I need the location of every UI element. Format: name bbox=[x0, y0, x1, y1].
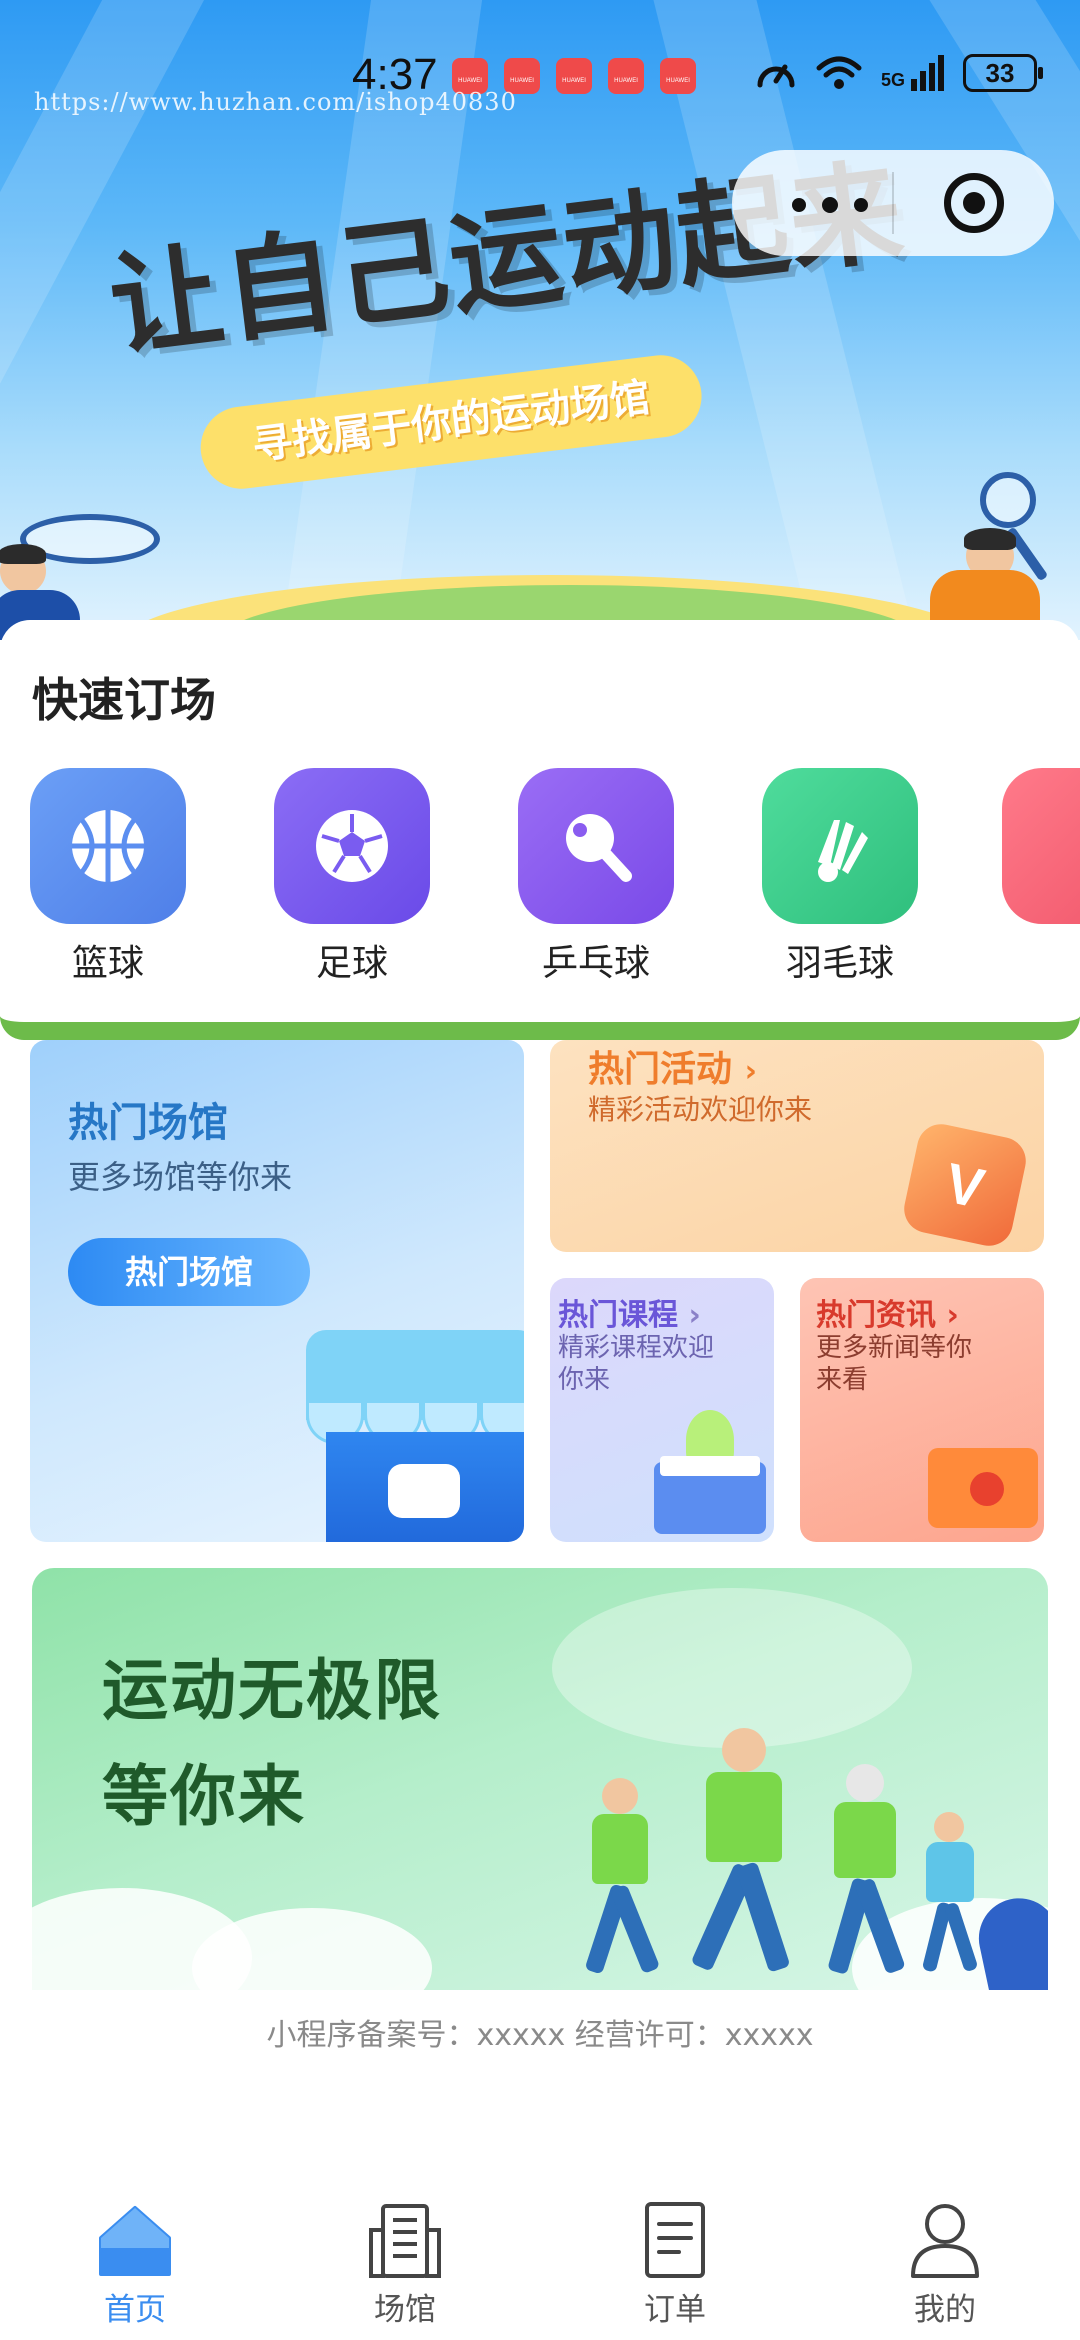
shuttlecock-icon bbox=[762, 768, 918, 924]
banner-title: 运动无极限 等你来 bbox=[102, 1638, 442, 1850]
hot-news-title: 热门资讯 › bbox=[816, 1290, 959, 1334]
hot-courses-label: 热门课程 bbox=[558, 1298, 678, 1333]
bottom-tab-bar: 首页 场馆 订单 我的 bbox=[0, 2190, 1080, 2340]
runner-illustration bbox=[812, 1758, 922, 1988]
hot-activities-card[interactable]: 热门活动 › 精彩活动欢迎你来 V bbox=[550, 1040, 1044, 1252]
status-indicators: 5G 33 bbox=[755, 54, 1044, 92]
more-options-icon[interactable] bbox=[786, 178, 876, 228]
sport-item-soccer[interactable]: 足球 bbox=[272, 768, 432, 986]
close-miniprogram-icon[interactable] bbox=[944, 173, 1004, 233]
tab-label: 我的 bbox=[914, 2292, 976, 2328]
ping-pong-paddle-icon bbox=[518, 768, 674, 924]
hot-courses-subtitle: 精彩课程欢迎你来 bbox=[558, 1333, 715, 1395]
banner-line-2: 等你来 bbox=[102, 1758, 306, 1835]
hero-banner: 让自己运动起来 寻找属于你的运动场馆 4:37 HUAWEI HUAWEI HU… bbox=[0, 0, 1080, 640]
icp-license-text: 小程序备案号：xxxxx 经营许可：xxxxx bbox=[266, 2018, 814, 2053]
basketball-icon bbox=[30, 768, 186, 924]
hot-news-card[interactable]: 热门资讯 › 更多新闻等你来看 bbox=[800, 1278, 1044, 1542]
runner-illustration bbox=[912, 1808, 992, 1988]
user-icon bbox=[905, 2200, 985, 2280]
hot-venues-card[interactable]: 热门场馆 更多场馆等你来 热门场馆 bbox=[30, 1040, 524, 1542]
hot-courses-title: 热门课程 › bbox=[558, 1290, 701, 1334]
speed-gauge-icon bbox=[757, 64, 795, 88]
hot-activities-title: 热门活动 › bbox=[588, 1040, 757, 1092]
player-left-illustration bbox=[0, 500, 160, 640]
hot-news-subtitle: 更多新闻等你来看 bbox=[816, 1333, 973, 1395]
tab-orders[interactable]: 订单 bbox=[600, 2200, 750, 2329]
capsule-divider bbox=[892, 172, 894, 234]
runner-illustration bbox=[682, 1728, 812, 1988]
watermark-text: https://www.huzhan.com/ishop40830 bbox=[34, 88, 517, 116]
battery-indicator: 33 bbox=[963, 54, 1044, 92]
sport-category-list: 篮球 足球 乒乓球 羽毛球 bbox=[0, 768, 1080, 988]
tab-label: 首页 bbox=[104, 2292, 166, 2328]
sport-label: 乒乓球 bbox=[541, 943, 650, 984]
player-right-illustration bbox=[870, 470, 1080, 640]
tab-profile[interactable]: 我的 bbox=[870, 2200, 1020, 2329]
v-gem-icon: V bbox=[899, 1119, 1031, 1251]
sport-item-basketball[interactable]: 篮球 bbox=[28, 768, 188, 986]
sport-item-pingpong[interactable]: 乒乓球 bbox=[516, 768, 676, 986]
hot-news-label: 热门资讯 bbox=[816, 1298, 936, 1333]
soccer-ball-icon bbox=[274, 768, 430, 924]
sport-item-partial[interactable] bbox=[1000, 768, 1080, 924]
sport-label: 足球 bbox=[315, 943, 388, 984]
building-icon bbox=[365, 2200, 445, 2280]
hero-subtitle: 寻找属于你的运动场馆 bbox=[196, 350, 707, 494]
book-icon bbox=[654, 1456, 766, 1534]
tab-venues[interactable]: 场馆 bbox=[330, 2200, 480, 2329]
wifi-icon bbox=[816, 56, 862, 89]
notification-app-icon: HUAWEI bbox=[608, 58, 644, 94]
document-icon bbox=[635, 2200, 715, 2280]
signal-bars-icon bbox=[911, 55, 945, 91]
sport-label: 篮球 bbox=[71, 943, 144, 984]
runner-illustration bbox=[572, 1768, 682, 1988]
hot-venues-button[interactable]: 热门场馆 bbox=[68, 1238, 310, 1306]
hot-activities-label: 热门活动 bbox=[588, 1049, 733, 1090]
media-folder-icon bbox=[928, 1448, 1038, 1528]
promo-banner[interactable]: 运动无极限 等你来 bbox=[32, 1568, 1048, 1990]
chevron-right-icon: › bbox=[688, 1298, 701, 1333]
quick-booking-panel: 快速订场 篮球 足球 乒乓球 羽毛球 bbox=[0, 620, 1080, 1040]
quick-booking-title: 快速订场 bbox=[32, 673, 216, 727]
sport-partial-icon bbox=[1002, 768, 1080, 924]
home-icon bbox=[95, 2200, 175, 2280]
hot-venues-subtitle: 更多场馆等你来 bbox=[68, 1158, 293, 1196]
hot-venues-title: 热门场馆 bbox=[68, 1100, 228, 1146]
hot-courses-card[interactable]: 热门课程 › 精彩课程欢迎你来 bbox=[550, 1278, 774, 1542]
notification-app-icon: HUAWEI bbox=[556, 58, 592, 94]
notification-app-icon: HUAWEI bbox=[660, 58, 696, 94]
tab-home[interactable]: 首页 bbox=[60, 2200, 210, 2329]
chevron-right-icon: › bbox=[946, 1298, 959, 1333]
chevron-right-icon: › bbox=[744, 1054, 757, 1089]
banner-line-1: 运动无极限 bbox=[102, 1652, 442, 1729]
tab-label: 订单 bbox=[644, 2292, 706, 2328]
network-type: 5G bbox=[881, 70, 906, 90]
tab-label: 场馆 bbox=[374, 2292, 436, 2328]
store-front bbox=[326, 1432, 524, 1542]
sport-item-badminton[interactable]: 羽毛球 bbox=[760, 768, 920, 986]
sport-label: 羽毛球 bbox=[785, 943, 894, 984]
cloud-shape bbox=[552, 1588, 912, 1748]
miniprogram-capsule bbox=[732, 150, 1054, 256]
hot-activities-subtitle: 精彩活动欢迎你来 bbox=[588, 1093, 813, 1126]
